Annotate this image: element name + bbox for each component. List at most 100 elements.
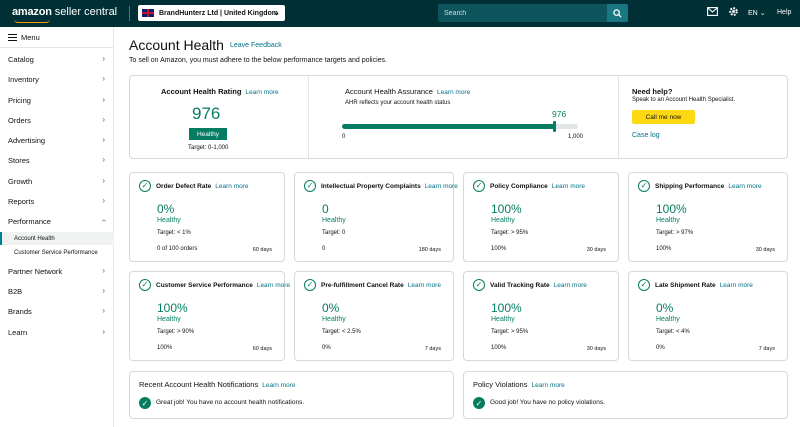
call-me-now-button[interactable]: Call me now [632, 110, 695, 124]
notifications-learn-more-link[interactable]: Learn more [262, 382, 295, 389]
metric-target: Target: 0 [322, 230, 346, 236]
metric-target: Target: < 2.5% [322, 329, 361, 335]
metric-value: 100% [157, 301, 188, 315]
sidebar-item-orders[interactable]: Orders › [0, 112, 114, 128]
metric-learn-more-link[interactable]: Learn more [408, 282, 441, 289]
ahr-title-text: Account Health Rating [161, 87, 242, 96]
check-circle-icon: ✓ [139, 397, 151, 409]
aha-scale-max: 1,000 [568, 134, 584, 140]
sidebar-item-label: Stores [8, 155, 30, 165]
metric-title-text: Pre-fulfillment Cancel Rate [321, 282, 404, 289]
metric-period: 30 days [755, 247, 775, 253]
aha-learn-more-link[interactable]: Learn more [437, 89, 470, 96]
metric-learn-more-link[interactable]: Learn more [425, 183, 458, 190]
metric-card: ✓ Customer Service Performance Learn more 1… [129, 271, 290, 361]
sidebar: Menu Catalog › Inventory › Pricing › Orders… [0, 27, 114, 427]
chevron-right-icon: › [102, 306, 105, 315]
chevron-right-icon: › [102, 95, 105, 104]
chevron-right-icon: › [102, 196, 105, 205]
metric-status: Healthy [656, 316, 680, 323]
metric-detail: 100% [157, 345, 173, 351]
sidebar-item-label: B2B [8, 286, 23, 296]
notifications-title: Recent Account Health Notifications Learn… [139, 380, 295, 389]
leave-feedback-link[interactable]: Leave Feedback [230, 42, 282, 49]
gear-icon[interactable] [728, 6, 739, 20]
metric-target: Target: > 90% [157, 329, 195, 335]
metric-target: Target: > 95% [491, 230, 529, 236]
metric-value: 0% [157, 202, 175, 216]
aha-scale-min: 0 [342, 134, 346, 140]
metric-learn-more-link[interactable]: Learn more [257, 282, 290, 289]
notifications-message: Great job! You have no account health no… [156, 399, 305, 406]
metric-learn-more-link[interactable]: Learn more [728, 183, 761, 190]
sidebar-item-advertising[interactable]: Advertising › [0, 132, 114, 148]
sidebar-item-growth[interactable]: Growth › [0, 173, 114, 189]
metric-learn-more-link[interactable]: Learn more [215, 183, 248, 190]
metric-learn-more-link[interactable]: Learn more [554, 282, 587, 289]
divider [308, 76, 309, 158]
metric-period: 7 days [758, 346, 775, 352]
check-circle-icon: ✓ [638, 180, 650, 192]
sidebar-item-inventory[interactable]: Inventory › [0, 71, 114, 87]
metric-detail: 0 [322, 246, 326, 252]
divider [618, 76, 619, 158]
chevron-down-icon: ⌄ [273, 8, 280, 17]
help-description: Speak to an Account Health Specialist. [632, 97, 736, 103]
help-link[interactable]: Help [777, 9, 791, 16]
sidebar-item-reports[interactable]: Reports › [0, 193, 114, 209]
sidebar-item-catalog[interactable]: Catalog › [0, 51, 114, 67]
violations-learn-more-link[interactable]: Learn more [531, 382, 564, 389]
sidebar-item-partner-network[interactable]: Partner Network › [0, 263, 114, 279]
metric-card: ✓ Shipping Performance Learn more 100% Healt… [628, 172, 788, 262]
menu-label: Menu [21, 33, 40, 42]
sidebar-item-learn[interactable]: Learn › [0, 324, 114, 340]
sidebar-subitem-customer-service-performance[interactable]: Customer Service Performance [0, 246, 114, 259]
ahr-title: Account Health Rating Learn more [161, 87, 279, 96]
sidebar-item-brands[interactable]: Brands › [0, 303, 114, 319]
search-input[interactable] [438, 4, 606, 22]
top-navigation-bar: amazon seller central BrandHunterz Ltd | … [0, 0, 800, 27]
sidebar-item-pricing[interactable]: Pricing › [0, 92, 114, 108]
metric-card: ✓ Late Shipment Rate Learn more 0% Healthy Ta… [628, 271, 788, 361]
metric-card: ✓ Pre-fulfillment Cancel Rate Learn more 0%… [294, 271, 454, 361]
metric-status: Healthy [656, 217, 680, 224]
check-circle-icon: ✓ [638, 279, 650, 291]
ahr-learn-more-link[interactable]: Learn more [245, 89, 278, 96]
metric-detail: 100% [656, 246, 672, 252]
status-badge: Healthy [189, 128, 227, 140]
metric-period: 180 days [418, 247, 441, 253]
chevron-down-icon: ⌄ [759, 10, 766, 17]
account-switcher[interactable]: BrandHunterz Ltd | United Kingdom ⌄ [138, 5, 285, 21]
case-log-link[interactable]: Case log [632, 132, 660, 139]
mail-icon[interactable] [707, 7, 718, 19]
metric-detail: 0 of 100 orders [157, 246, 198, 252]
metric-learn-more-link[interactable]: Learn more [552, 183, 585, 190]
search-icon [613, 8, 622, 18]
sidebar-item-label: Reports [8, 196, 35, 206]
amazon-seller-central-logo[interactable]: amazon seller central [12, 6, 117, 23]
metric-learn-more-link[interactable]: Learn more [720, 282, 753, 289]
chevron-right-icon: › [102, 176, 105, 185]
metric-detail: 100% [491, 345, 507, 351]
sidebar-subitem-account-health[interactable]: Account Health [0, 232, 114, 245]
sidebar-item-b2b[interactable]: B2B › [0, 283, 114, 299]
metric-period: 60 days [252, 346, 272, 352]
aha-progress-fill [342, 124, 555, 129]
metric-value: 0 [322, 202, 329, 216]
metric-value: 100% [656, 202, 687, 216]
sidebar-item-stores[interactable]: Stores › [0, 152, 114, 168]
search-button[interactable] [607, 4, 628, 22]
sidebar-item-label: Catalog [8, 54, 34, 64]
sidebar-item-label: Pricing [8, 95, 31, 105]
aha-progress-bar [342, 121, 578, 132]
ahr-score: 976 [192, 104, 221, 123]
sidebar-item-performance[interactable]: Performance › [0, 213, 114, 229]
metric-card: ✓ Order Defect Rate Learn more 0% Healthy Tar… [129, 172, 285, 262]
menu-toggle[interactable]: Menu [8, 33, 40, 42]
help-title: Need help? [632, 87, 673, 96]
sidebar-item-label: Performance [8, 216, 51, 226]
ahr-target: Target: 0-1,000 [188, 145, 229, 151]
language-selector[interactable]: EN ⌄ [748, 9, 766, 17]
check-circle-icon: ✓ [473, 180, 485, 192]
metric-target: Target: > 95% [491, 329, 529, 335]
